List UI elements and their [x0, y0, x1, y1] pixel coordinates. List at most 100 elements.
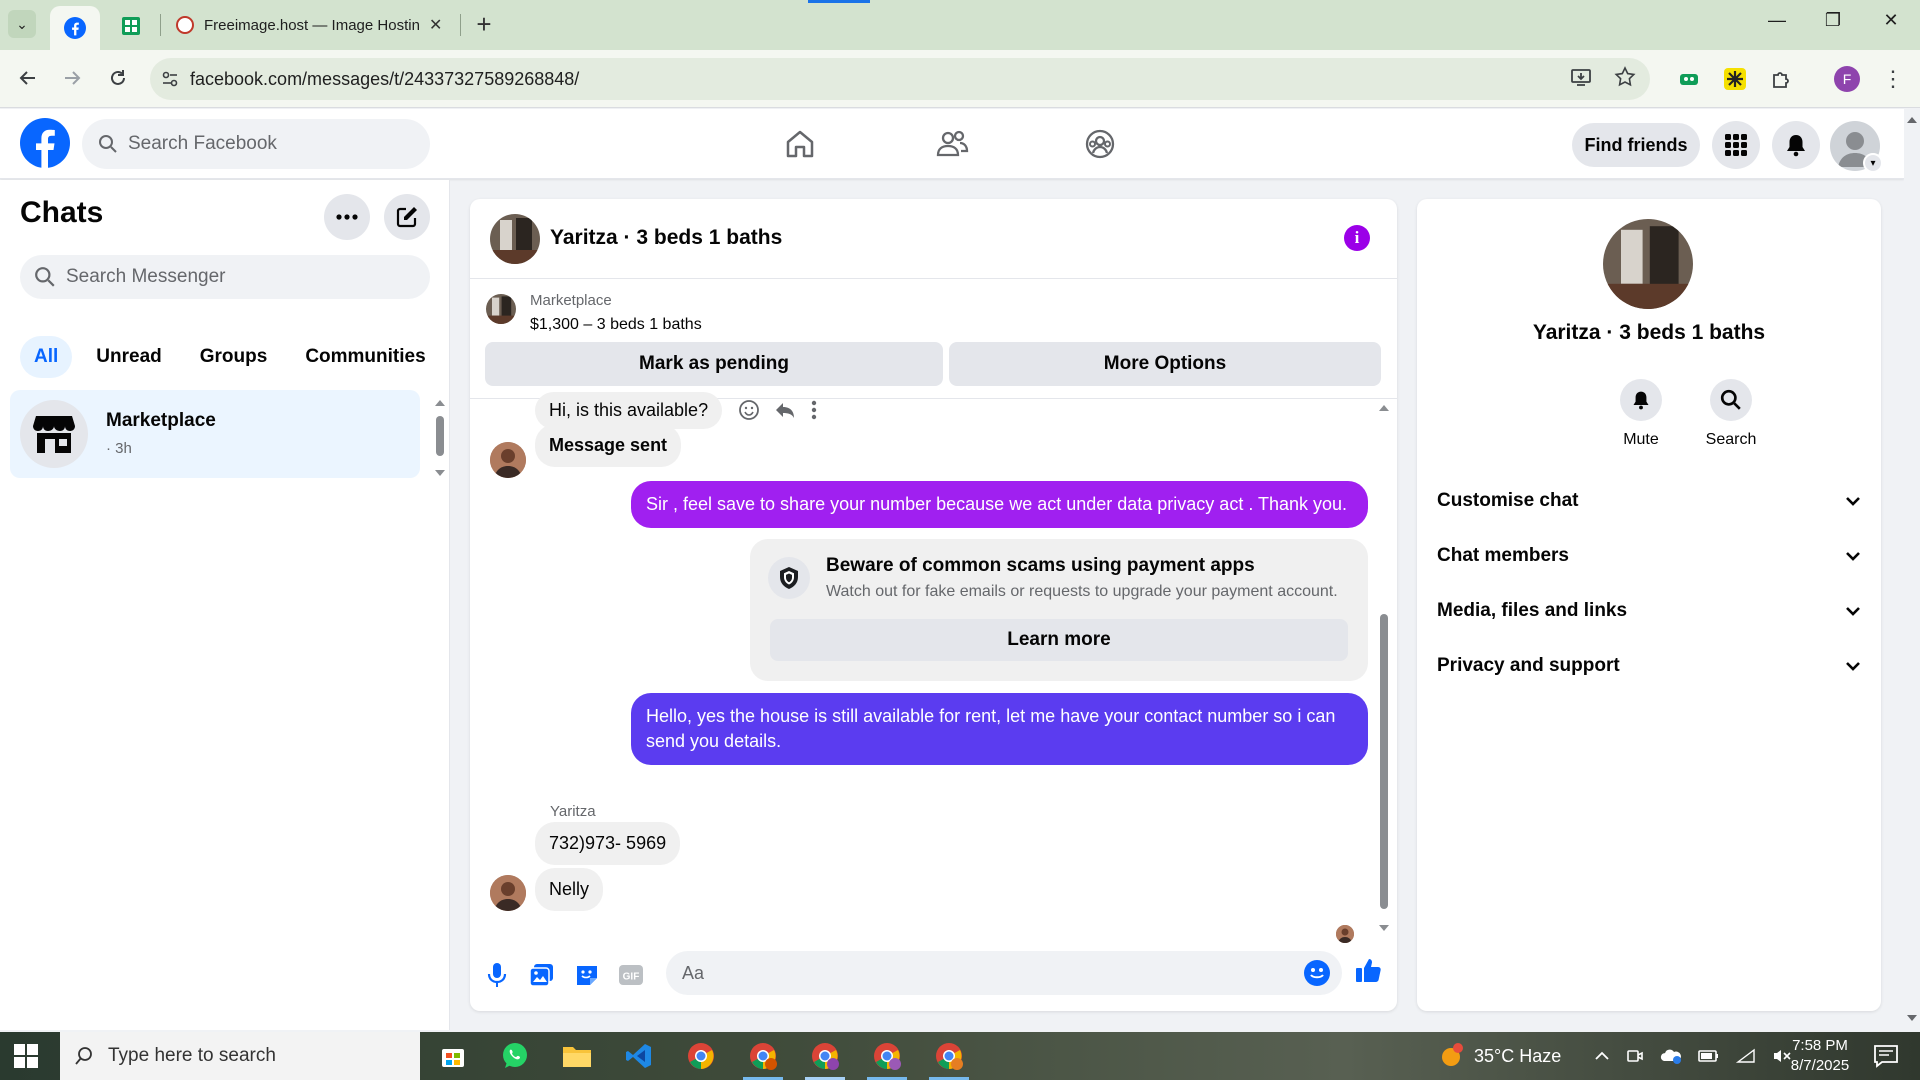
mark-pending-button[interactable]: Mark as pending — [485, 342, 943, 386]
notification-center-icon[interactable] — [1870, 1040, 1902, 1072]
extension-star-icon[interactable] — [1722, 66, 1748, 92]
close-window-button[interactable]: ✕ — [1876, 10, 1906, 31]
vscode-icon[interactable] — [623, 1040, 655, 1072]
react-smiley-icon[interactable] — [738, 399, 760, 421]
info-icon[interactable]: i — [1344, 225, 1370, 251]
microsoft-store-icon[interactable] — [437, 1040, 469, 1072]
forward-button[interactable] — [56, 62, 88, 94]
restore-button[interactable]: ❐ — [1818, 10, 1848, 31]
tab-freeimage[interactable]: Freeimage.host — Image Hostin ✕ — [170, 8, 460, 42]
wifi-icon[interactable] — [1736, 1048, 1756, 1064]
sticker-icon[interactable] — [572, 960, 602, 990]
page-scrollbar[interactable] — [1904, 109, 1920, 1029]
notifications-button[interactable] — [1772, 121, 1820, 169]
chats-options-button[interactable] — [324, 194, 370, 240]
chevron-up-icon[interactable] — [1594, 1051, 1610, 1061]
whatsapp-icon[interactable] — [499, 1040, 531, 1072]
install-app-icon[interactable] — [1570, 66, 1592, 88]
message-bubble-incoming[interactable]: Message sent — [535, 424, 682, 467]
message-bubble-incoming[interactable]: 732)973- 5969 — [535, 822, 681, 865]
tab-facebook[interactable] — [50, 6, 100, 50]
filter-all[interactable]: All — [20, 336, 73, 378]
conversation-title[interactable]: Yaritza · 3 beds 1 baths — [550, 226, 782, 250]
forward-arrow-icon — [65, 71, 81, 85]
chat-members-row[interactable]: Chat members — [1437, 531, 1861, 581]
new-tab-button[interactable]: + — [470, 10, 498, 38]
file-explorer-icon[interactable] — [561, 1040, 593, 1072]
chrome-profile-icon[interactable] — [871, 1040, 903, 1072]
chrome-icon[interactable] — [685, 1040, 717, 1072]
tab-title: Freeimage.host — Image Hostin — [204, 16, 419, 34]
facebook-logo-icon[interactable] — [20, 118, 70, 168]
bookmark-star-icon[interactable] — [1614, 66, 1636, 88]
home-nav-button[interactable] — [780, 124, 820, 164]
taskbar-clock[interactable]: 7:58 PM 8/7/2025 — [1772, 1036, 1868, 1076]
minimize-button[interactable]: — — [1762, 10, 1792, 31]
learn-more-button[interactable]: Learn more — [770, 619, 1348, 661]
extensions-puzzle-icon[interactable] — [1768, 66, 1794, 92]
friends-nav-button[interactable] — [932, 124, 972, 164]
extension-icon[interactable] — [1676, 66, 1702, 92]
site-info-icon[interactable] — [150, 70, 190, 88]
contact-avatar[interactable] — [490, 442, 526, 478]
tab-close-icon[interactable]: ✕ — [429, 15, 442, 35]
warning-body: Watch out for fake emails or requests to… — [826, 583, 1338, 600]
more-vertical-icon[interactable] — [810, 399, 818, 421]
reply-icon[interactable] — [774, 399, 796, 421]
filter-communities[interactable]: Communities — [291, 336, 439, 378]
meet-now-icon[interactable] — [1626, 1047, 1644, 1065]
chrome-profile-f-icon[interactable] — [809, 1040, 841, 1072]
scam-warning-card: Beware of common scams using payment app… — [750, 539, 1368, 681]
privacy-support-row[interactable]: Privacy and support — [1437, 641, 1861, 691]
conversation-large-avatar[interactable] — [1603, 219, 1693, 309]
menu-button[interactable] — [1712, 121, 1760, 169]
reload-button[interactable] — [102, 62, 134, 94]
profile-button[interactable]: F — [1834, 66, 1860, 92]
message-bubble-outgoing[interactable]: Sir , feel save to share your number bec… — [631, 481, 1368, 528]
listing-price[interactable]: $1,300 – 3 beds 1 baths — [530, 316, 702, 334]
address-bar[interactable]: facebook.com/messages/t/2433732758926884… — [150, 58, 1650, 100]
listing-thumbnail[interactable] — [486, 294, 516, 324]
microphone-icon[interactable] — [482, 960, 512, 990]
message-scrollbar[interactable] — [1377, 399, 1391, 939]
conversation-avatar[interactable] — [490, 214, 540, 264]
chat-list-item[interactable]: Marketplace · 3h — [10, 390, 420, 478]
windows-start-icon[interactable] — [14, 1044, 38, 1068]
emoji-icon[interactable] — [1304, 960, 1330, 986]
message-bubble-outgoing[interactable]: Hello, yes the house is still available … — [631, 693, 1368, 765]
taskbar-search-input[interactable]: Type here to search — [60, 1032, 420, 1080]
filter-groups[interactable]: Groups — [186, 336, 282, 378]
search-action[interactable]: Search — [1691, 379, 1771, 449]
weather-widget[interactable]: 35°C Haze — [1436, 1032, 1561, 1080]
contact-avatar[interactable] — [490, 875, 526, 911]
message-bubble-incoming[interactable]: Nelly — [535, 868, 604, 911]
tab-sheets[interactable] — [112, 10, 150, 42]
message-input[interactable]: Aa — [666, 951, 1342, 995]
search-icon — [35, 267, 55, 287]
weather-text: 35°C Haze — [1474, 1045, 1562, 1066]
thumbs-up-icon[interactable] — [1354, 955, 1384, 985]
reload-icon — [111, 70, 125, 85]
url-text[interactable]: facebook.com/messages/t/2433732758926884… — [190, 69, 579, 90]
onedrive-icon[interactable] — [1660, 1047, 1682, 1065]
find-friends-button[interactable]: Find friends — [1572, 123, 1700, 167]
new-message-button[interactable] — [384, 194, 430, 240]
account-chevron-down-icon[interactable]: ▾ — [1863, 153, 1883, 173]
groups-nav-button[interactable] — [1080, 124, 1120, 164]
mute-action[interactable]: Mute — [1601, 379, 1681, 449]
tab-search-button[interactable]: ⌄ — [8, 10, 36, 38]
battery-icon[interactable] — [1698, 1049, 1720, 1063]
photo-icon[interactable] — [527, 960, 557, 990]
chrome-profile-icon[interactable] — [933, 1040, 965, 1072]
more-options-button[interactable]: More Options — [949, 342, 1381, 386]
gif-icon[interactable]: GIF — [616, 960, 646, 990]
chrome-profile-icon[interactable] — [747, 1040, 779, 1072]
messenger-search-input[interactable]: Search Messenger — [20, 255, 430, 299]
back-button[interactable] — [12, 62, 44, 94]
customise-chat-row[interactable]: Customise chat — [1437, 476, 1861, 526]
media-files-links-row[interactable]: Media, files and links — [1437, 586, 1861, 636]
chat-list-scrollbar[interactable] — [433, 398, 447, 478]
browser-menu-icon[interactable]: ⋮ — [1880, 66, 1906, 92]
filter-unread[interactable]: Unread — [82, 336, 175, 378]
facebook-search-input[interactable]: Search Facebook — [82, 119, 430, 169]
